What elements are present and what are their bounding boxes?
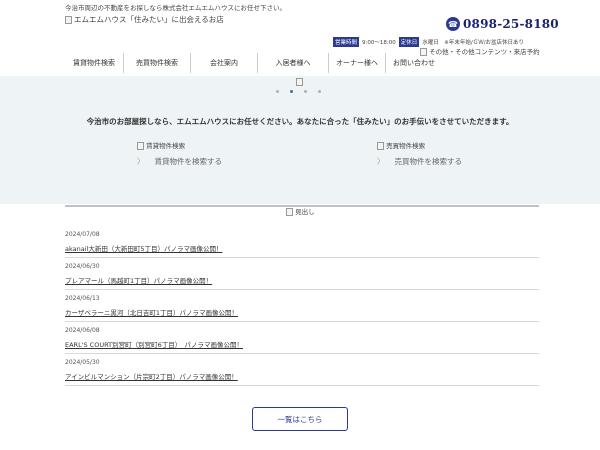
sale-search-alt: 売買物件検索 (386, 142, 426, 150)
broken-image-icon (377, 142, 384, 150)
slider-dot[interactable] (276, 90, 279, 93)
news-heading-alt: 見出し (295, 208, 315, 216)
news-date: 2024/05/30 (65, 359, 100, 366)
rent-search-alt: 賃貸物件検索 (146, 142, 186, 150)
slider-dot[interactable] (304, 90, 307, 93)
nav-item-residents[interactable]: 入居者様へ (257, 53, 328, 73)
news-date: 2024/06/08 (65, 327, 100, 334)
nav-item-owners[interactable]: オーナー様へ (328, 53, 385, 73)
news-date: 2024/07/08 (65, 231, 100, 238)
closed-badge: 定休日 (398, 37, 420, 47)
news-item: 2024/07/08 akanail大新田（大新田町5丁目）パノラマ画像公開！ (65, 226, 539, 258)
hours-badge: 営業時間 (333, 37, 360, 47)
slider-dot[interactable] (318, 90, 321, 93)
rent-search-link-label: 賃貸物件を検索する (154, 157, 223, 166)
broken-image-icon (137, 142, 144, 150)
rent-search-card[interactable]: 賃貸物件検索 〉賃貸物件を検索する (137, 140, 222, 167)
rent-search-link[interactable]: 〉賃貸物件を検索する (137, 156, 222, 167)
main-navigation: 賃貸物件検索 売買物件検索 会社案内 入居者様へ オーナー様へ お問い合わせ (65, 53, 535, 73)
news-item: 2024/06/13 カーザベラーニ黒河（北日吉町1丁目）パノラマ画像公開！ (65, 290, 539, 322)
header-tagline: 今治市周辺の不動産をお探しなら株式会社エムエムハウスにお任せ下さい。 (65, 4, 286, 12)
broken-image-icon (286, 208, 293, 216)
sale-search-link[interactable]: 〉売買物件を検索する (377, 156, 462, 167)
hero-section: 今治市のお部屋探しなら、エムエムハウスにお任せください。あなたに合った「住みたい… (0, 76, 600, 204)
news-item: 2024/05/30 アインビルマンション（片宗町2丁目）パノラマ画像公開！ (65, 354, 539, 386)
sale-search-card[interactable]: 売買物件検索 〉売買物件を検索する (377, 140, 462, 167)
news-title-link[interactable]: カーザベラーニ黒河（北日吉町1丁目）パノラマ画像公開！ (65, 307, 539, 317)
phone-contact[interactable]: ☎ 0898-25-8180 (446, 17, 559, 31)
business-hours: 営業時間 9:00～18:00 定休日 水曜日 ※年末年始/ＧＷ/お盆店休日あり (333, 37, 524, 47)
logo-alt-text: エムエムハウス「住みたい」に出会えるお店 (74, 15, 224, 24)
slider-pagination (276, 90, 321, 93)
news-title-link[interactable]: プレアマール（馬越町1丁目）パノラマ画像公開！ (65, 275, 539, 285)
broken-image-icon (65, 15, 72, 24)
nav-item-contact[interactable]: お問い合わせ (385, 53, 442, 73)
chevron-right-icon: 〉 (377, 157, 385, 166)
news-list: 2024/07/08 akanail大新田（大新田町5丁目）パノラマ画像公開！ … (65, 226, 539, 386)
news-title-link[interactable]: akanail大新田（大新田町5丁目）パノラマ画像公開！ (65, 243, 539, 253)
site-logo[interactable]: エムエムハウス「住みたい」に出会えるお店 (65, 14, 224, 25)
slider-broken-image-icon (296, 78, 303, 86)
phone-icon: ☎ (446, 17, 460, 31)
closed-value: 水曜日 ※年末年始/ＧＷ/お盆店休日あり (422, 40, 525, 46)
nav-item-sale-search[interactable]: 売買物件検索 (123, 53, 190, 73)
intro-text: 今治市のお部屋探しなら、エムエムハウスにお任せください。あなたに合った「住みたい… (86, 117, 514, 126)
news-date: 2024/06/30 (65, 263, 100, 270)
news-date: 2024/06/13 (65, 295, 100, 302)
news-title-link[interactable]: アインビルマンション（片宗町2丁目）パノラマ画像公開！ (65, 371, 539, 381)
nav-item-rent-search[interactable]: 賃貸物件検索 (65, 53, 123, 73)
sale-search-link-label: 売買物件を検索する (394, 157, 463, 166)
news-heading-image: 見出し (286, 206, 315, 216)
news-more-button[interactable]: 一覧はこちら (252, 407, 348, 431)
news-item: 2024/06/08 EARL'S COURT別宮町（別宮町6丁目） パノラマ画… (65, 322, 539, 354)
hours-value: 9:00～18:00 (362, 40, 396, 46)
news-title-link[interactable]: EARL'S COURT別宮町（別宮町6丁目） パノラマ画像公開！ (65, 339, 539, 349)
news-item: 2024/06/30 プレアマール（馬越町1丁目）パノラマ画像公開！ (65, 258, 539, 290)
nav-item-company[interactable]: 会社案内 (190, 53, 257, 73)
phone-number: 0898-25-8180 (463, 17, 559, 31)
slider-dot-active[interactable] (290, 90, 293, 93)
chevron-right-icon: 〉 (137, 157, 145, 166)
